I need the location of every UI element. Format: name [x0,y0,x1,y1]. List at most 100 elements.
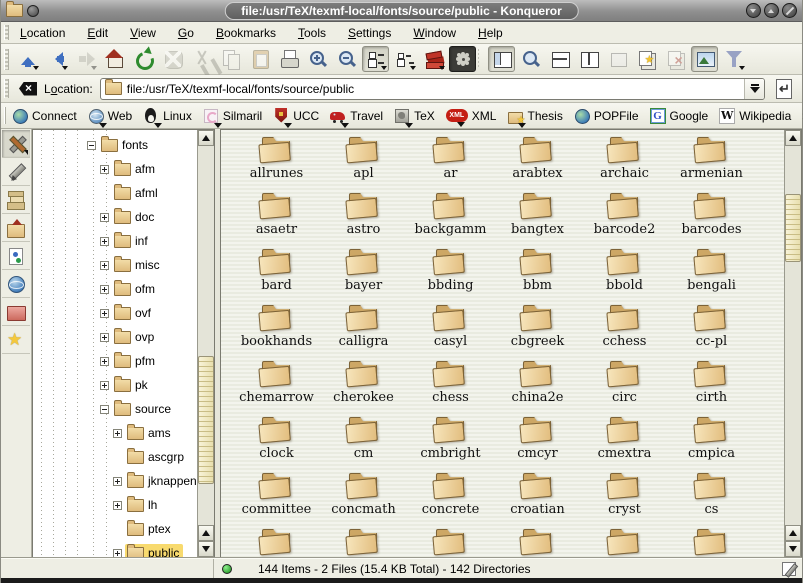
tree-item-ptex[interactable]: ptex [33,517,197,541]
folder-item[interactable]: bbold [581,247,668,303]
sidebar-services-tab[interactable] [2,242,30,270]
folder-item[interactable]: backgamm [407,191,494,247]
tree-scroll-up2-icon[interactable] [198,525,214,541]
folder-item[interactable]: bookhands [233,303,320,359]
clear-location-icon[interactable] [19,82,37,96]
tree-item-ofm[interactable]: ofm [33,277,197,301]
folder-item[interactable]: china2e [494,359,581,415]
bookmark-tex[interactable]: TeX [393,106,436,126]
tree-expander-icon[interactable] [113,549,122,558]
bookmark-xml[interactable]: XML XML [445,107,498,125]
main-scroll-up-icon[interactable] [785,130,801,146]
folder-item[interactable] [233,527,320,558]
tree-item-afml[interactable]: afml [33,181,197,205]
main-scroll-thumb[interactable] [785,194,801,262]
tree-item-doc[interactable]: doc [33,205,197,229]
sidebar-home-folder-tab[interactable] [2,214,30,242]
up-button[interactable] [14,46,41,72]
sidebar-config-button[interactable] [2,130,30,158]
reload-button[interactable] [130,46,157,72]
folder-item[interactable] [407,527,494,558]
bookmark-thesis[interactable]: Thesis [506,106,563,126]
folder-item[interactable]: armenian [668,135,755,191]
tree-item-source[interactable]: source [33,397,197,421]
menu-item[interactable]: Help [476,24,505,42]
tree-item-ovp[interactable]: ovp [33,325,197,349]
folder-item[interactable] [668,527,755,558]
folder-item[interactable] [320,527,407,558]
back-button[interactable] [43,46,70,72]
tree-expander-icon[interactable] [113,477,122,486]
folder-item[interactable]: cmcyr [494,415,581,471]
forward-button[interactable] [72,46,99,72]
folder-item[interactable]: cs [668,471,755,527]
maximize-button[interactable] [764,3,779,18]
find-button[interactable] [517,46,544,72]
zoom-in-button[interactable] [304,46,331,72]
bookmark-overflow-chevron[interactable]: » [796,108,803,123]
split-view-horizontal-button[interactable] [546,46,573,72]
menu-item[interactable]: Bookmarks [214,24,278,42]
filter-button[interactable] [720,46,747,72]
tree-expander-icon[interactable] [100,165,109,174]
tree-expander-icon[interactable] [113,429,122,438]
tree-scroll-down-icon[interactable] [198,541,214,557]
tree-expander-icon[interactable] [100,261,109,270]
locationbar-handle[interactable] [4,79,9,98]
tree-item-pfm[interactable]: pfm [33,349,197,373]
menu-item[interactable]: Tools [296,24,328,42]
image-gallery-button[interactable] [691,46,718,72]
folder-item[interactable]: cmextra [581,415,668,471]
split-view-vertical-button[interactable] [575,46,602,72]
tree-item-misc[interactable]: misc [33,253,197,277]
sidebar-history-tab[interactable] [2,186,30,214]
tree-item-fonts[interactable]: fonts [33,133,197,157]
menu-item[interactable]: Go [176,24,196,42]
folder-item[interactable]: cc-pl [668,303,755,359]
statusbar-checkbox-pen-icon[interactable] [782,562,796,576]
sidebar-root-folder-tab[interactable] [2,298,30,326]
sticky-button[interactable] [27,5,39,17]
bookmark-silmaril[interactable]: Silmaril [202,106,263,126]
tree-expander-icon[interactable] [100,381,109,390]
main-scroll-down-icon[interactable] [785,541,801,557]
navigation-panel-toggle[interactable] [488,46,515,72]
folder-item[interactable]: concmath [320,471,407,527]
folder-item[interactable] [581,527,668,558]
tree-item-ovf[interactable]: ovf [33,301,197,325]
folder-item[interactable]: cchess [581,303,668,359]
tree-scroll-thumb[interactable] [198,356,214,484]
folder-item[interactable]: committee [233,471,320,527]
toolbar-handle[interactable] [4,49,9,70]
folder-item[interactable]: apl [320,135,407,191]
tree-item-inf[interactable]: inf [33,229,197,253]
tree-item-jknappen[interactable]: jknappen [33,469,197,493]
new-tab-button[interactable] [633,46,660,72]
menu-item[interactable]: Location [18,24,67,42]
paste-button[interactable] [246,46,273,72]
tree-expander-icon[interactable] [100,309,109,318]
folder-item[interactable]: concrete [407,471,494,527]
folder-item[interactable]: cm [320,415,407,471]
folder-item[interactable]: bengali [668,247,755,303]
bookmark-travel[interactable]: Travel [329,106,384,126]
folder-item[interactable]: allrunes [233,135,320,191]
folder-item[interactable]: archaic [581,135,668,191]
menu-item[interactable]: Window [411,24,458,42]
bookmark-connect[interactable]: Connect [11,106,78,126]
folder-item[interactable]: bbding [407,247,494,303]
list-view-button[interactable] [391,46,418,72]
sidebar-bookmarks-tab[interactable] [2,326,30,354]
cut-button[interactable] [188,46,215,72]
folder-item[interactable]: bard [233,247,320,303]
folder-item[interactable]: chemarrow [233,359,320,415]
bookmark-google[interactable]: G Google [649,106,710,126]
home-button[interactable] [101,46,128,72]
menu-item[interactable]: View [128,24,158,42]
bookmarkbar-handle[interactable] [4,107,6,125]
menubar-handle[interactable] [4,25,9,40]
folder-item[interactable]: bayer [320,247,407,303]
folder-item[interactable]: casyl [407,303,494,359]
tree-expander-icon[interactable] [100,285,109,294]
tree-expander-icon[interactable] [100,405,109,414]
